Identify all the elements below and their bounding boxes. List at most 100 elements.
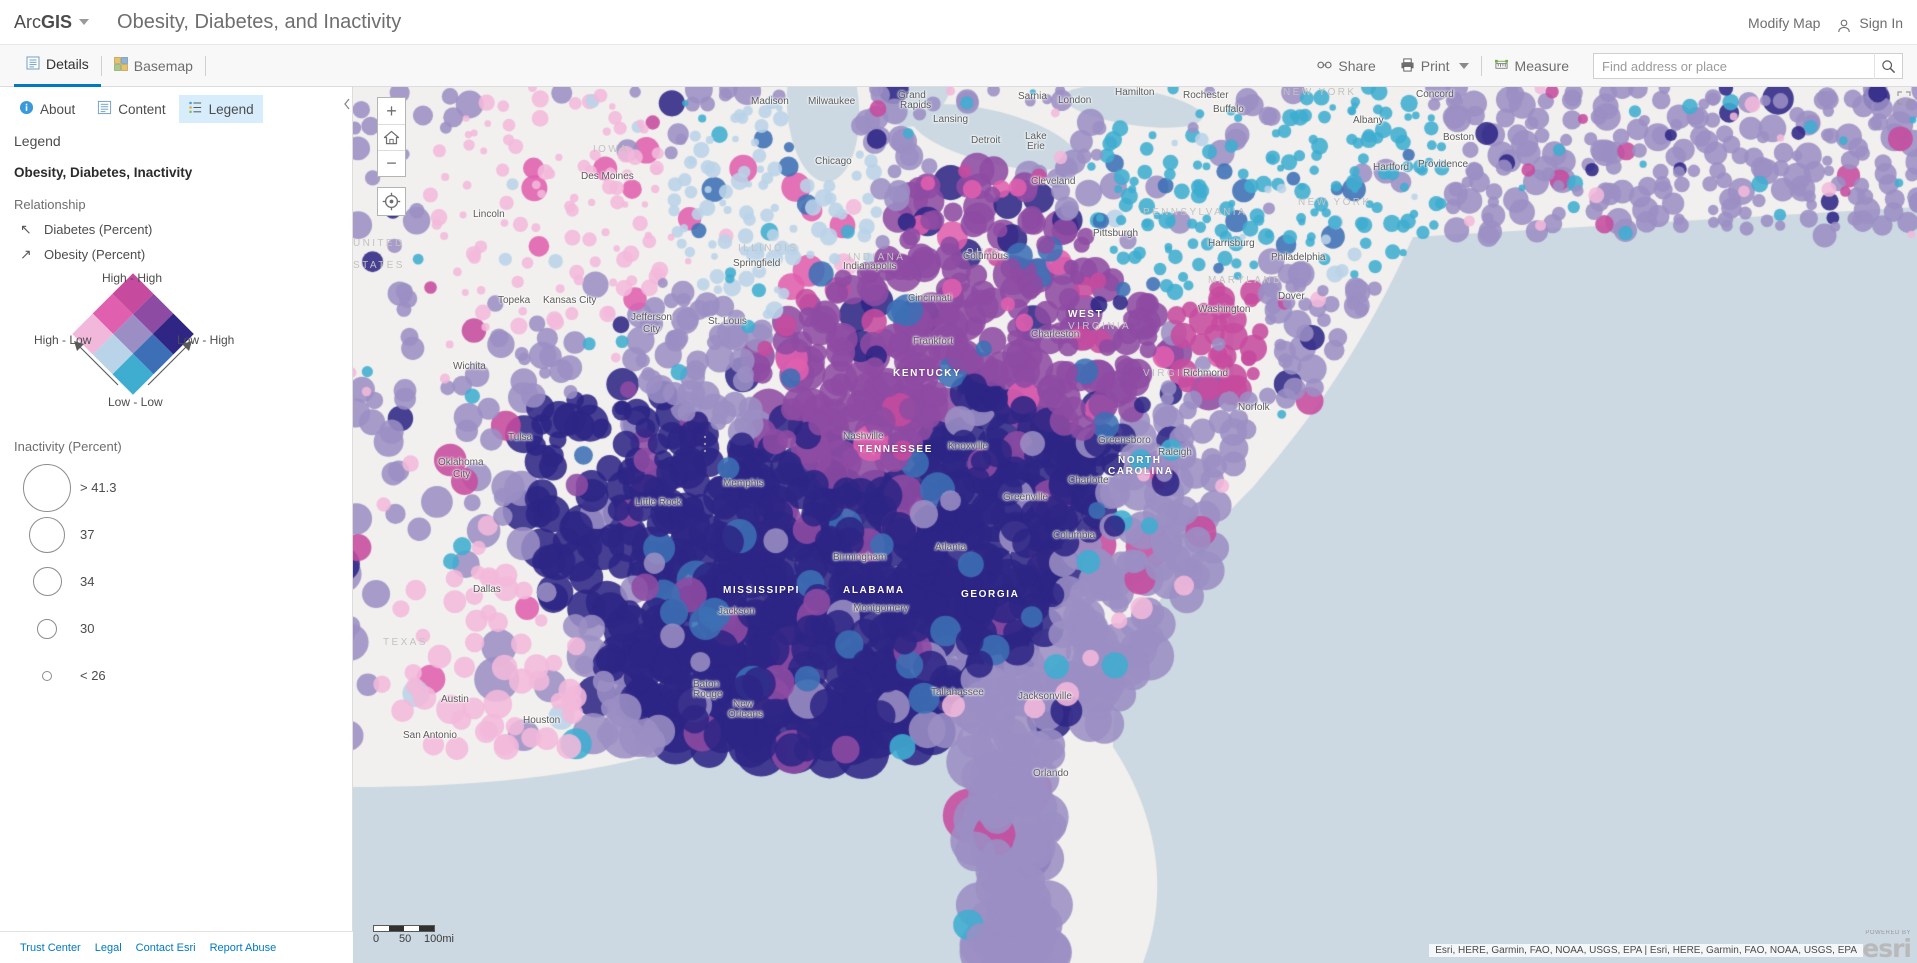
info-icon [19,100,34,118]
sign-in-link[interactable]: Sign In [1859,15,1903,31]
size-legend-label: 37 [80,527,95,542]
tab-basemap[interactable]: Basemap [102,45,205,87]
app-header: Arc GIS Obesity, Diabetes, and Inactivity… [0,0,1917,45]
chevron-down-icon [79,19,90,25]
scale-label-50: 50 [399,933,412,945]
size-legend: > 41.3 37 34 30 < 26 [14,463,338,699]
size-legend-label: < 26 [80,668,106,683]
tab-content[interactable]: Content [88,95,174,123]
relationship-row-diabetes: ↖ Diabetes (Percent) [14,221,338,238]
search-icon [1882,59,1896,73]
size-circle [23,463,71,512]
map-symbol-layer [353,87,1917,963]
footer-link[interactable]: Report Abuse [210,942,277,954]
print-label: Print [1420,58,1450,74]
size-legend-title: Inactivity (Percent) [14,439,122,454]
tab-legend[interactable]: Legend [178,95,263,123]
app-body: About Content Legend Legend Obesity, Dia… [0,87,1917,963]
scale-bar-ticks [373,925,435,932]
share-icon [1317,58,1332,74]
header-actions: Modify Map Sign In [1748,0,1903,45]
tab-legend-label: Legend [208,101,254,117]
size-legend-row: 37 [14,511,338,558]
size-legend-label: > 41.3 [80,480,117,495]
relationship-obesity-label: Obesity (Percent) [44,247,146,262]
map-viewport[interactable]: + − 0 50 100mi Esri, HERE, Garmin, FAO, … [353,87,1917,963]
sign-in-group[interactable]: Sign In [1836,15,1903,34]
size-legend-symbol [14,618,80,639]
tab-basemap-label: Basemap [133,57,193,74]
panel-tabs: About Content Legend [0,87,352,129]
search-box[interactable] [1593,53,1903,79]
scale-bar-labels: 0 50 100mi [373,933,463,947]
home-button[interactable] [378,124,405,150]
scale-label-0: 0 [373,933,380,945]
relationship-diabetes-label: Diabetes (Percent) [44,222,153,237]
legend-heading: Legend [14,133,61,149]
tab-content-label: Content [118,101,166,117]
share-label: Share [1338,58,1376,74]
brand-gis-text: GIS [41,11,73,32]
printer-icon [1400,57,1415,75]
arcgis-brand-menu[interactable]: Arc GIS [14,11,90,33]
size-legend-symbol [14,567,80,596]
footer-link[interactable]: Legal [95,942,122,954]
size-legend-label: 30 [80,621,95,636]
footer-link[interactable]: Trust Center [20,942,81,954]
search-button[interactable] [1874,53,1902,79]
size-legend-symbol [14,463,80,512]
diamond-arrow-right-icon [147,341,192,386]
relationship-row-obesity: ↗ Obesity (Percent) [14,246,338,263]
toolbar-divider-2 [204,55,206,76]
esri-wordmark: esri [1862,934,1912,963]
modify-map-link[interactable]: Modify Map [1748,15,1820,31]
size-circle [42,670,52,681]
measure-icon [1494,58,1509,75]
share-button[interactable]: Share [1305,45,1387,87]
tab-details[interactable]: Details [14,45,101,87]
layer-title: Obesity, Diabetes, Inactivity [14,165,193,180]
basemap-icon [113,57,128,74]
zoom-in-button[interactable]: + [378,98,405,124]
print-button[interactable]: Print [1388,45,1481,87]
user-icon [1836,18,1852,34]
diamond-arrow-left-icon [74,341,119,386]
tab-about[interactable]: About [10,95,84,123]
map-toolbar: Details Basemap Share Print Measure Find… [0,45,1917,87]
esri-logo: POWERED BY esri [1862,930,1912,963]
tab-details-label: Details [46,56,89,72]
brand-arc-text: Arc [14,11,41,32]
map-panel-handle[interactable] [700,427,710,461]
content-icon [97,100,112,118]
size-legend-row: < 26 [14,652,338,699]
footer-link[interactable]: Contact Esri [136,942,196,954]
size-legend-row: > 41.3 [14,463,338,512]
measure-label: Measure [1514,58,1569,74]
chevron-left-icon [344,98,350,110]
locate-button[interactable] [377,187,406,216]
arrow-up-left-icon: ↖ [20,221,32,237]
home-icon [383,130,400,145]
size-circle [32,567,62,596]
search-input[interactable] [1594,54,1874,78]
zoom-out-button[interactable]: − [378,150,405,176]
left-panel: About Content Legend Legend Obesity, Dia… [0,87,353,963]
diamond-label-high-high: High - High [102,271,163,285]
legend-icon [188,100,203,118]
zoom-controls: + − [377,97,406,177]
locate-icon [382,192,401,211]
size-legend-label: 34 [80,574,95,589]
relationship-label: Relationship [14,197,86,212]
scale-bar: 0 50 100mi [373,925,463,947]
size-circle [29,516,65,553]
measure-button[interactable]: Measure [1482,45,1581,87]
panel-collapse-button[interactable] [341,95,353,113]
legend-panel: Legend Obesity, Diabetes, Inactivity Rel… [0,133,352,699]
tab-about-label: About [40,101,76,117]
bivariate-color-diamond: High - High High - Low Low - High Low - … [14,271,338,417]
size-legend-row: 34 [14,558,338,605]
size-legend-symbol [14,516,80,553]
scale-label-100: 100mi [424,933,454,945]
expand-map-button[interactable] [1897,91,1913,107]
page-title: Obesity, Diabetes, and Inactivity [117,10,402,33]
